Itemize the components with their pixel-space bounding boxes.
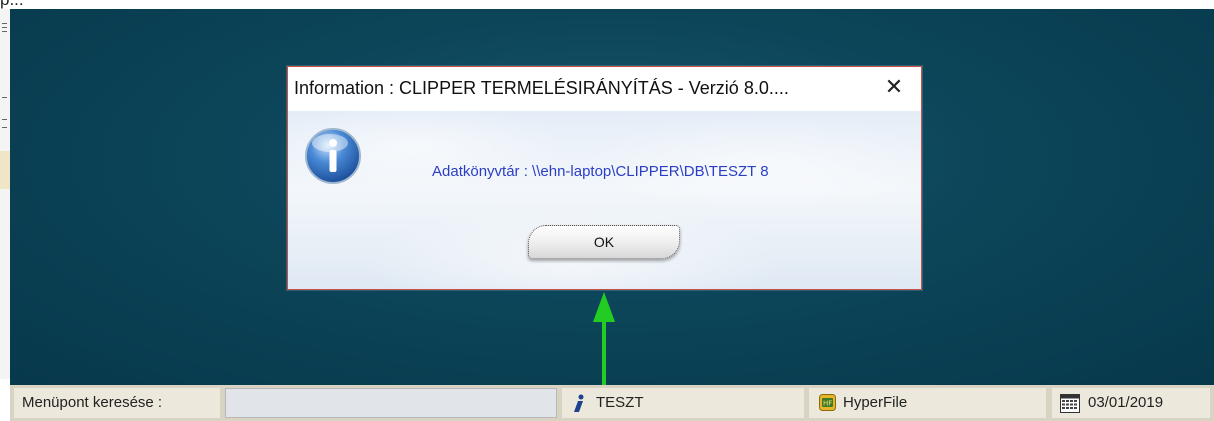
engine-status: HF HyperFile	[809, 388, 1046, 418]
edge-mark	[2, 27, 7, 28]
calendar-icon	[1060, 394, 1080, 413]
hyperfile-icon: HF	[819, 394, 836, 411]
dialog-titlebar[interactable]: Information : CLIPPER TERMELÉSIRÁNYÍTÁS …	[288, 67, 921, 111]
edge-mark	[2, 119, 7, 120]
database-name: TESZT	[596, 394, 644, 411]
info-italic-icon	[574, 394, 584, 412]
close-icon[interactable]: ✕	[879, 73, 909, 103]
dialog-message: Adatkönyvtár : \\ehn-laptop\CLIPPER\DB\T…	[432, 163, 769, 180]
ok-button[interactable]: OK	[528, 225, 680, 259]
information-dialog: Information : CLIPPER TERMELÉSIRÁNYÍTÁS …	[287, 66, 922, 290]
database-status: TESZT	[562, 388, 804, 418]
info-icon	[305, 128, 361, 184]
svg-text:HF: HF	[823, 400, 832, 408]
dialog-title: Information : CLIPPER TERMELÉSIRÁNYÍTÁS …	[294, 78, 789, 98]
menu-search-label: Menüpont keresése :	[14, 388, 220, 418]
edge-mark	[2, 23, 7, 24]
status-bar: Menüpont keresése : TESZT HF HyperFile 0…	[10, 385, 1214, 421]
edge-highlight	[0, 151, 10, 189]
green-arrow-annotation	[593, 292, 615, 390]
date-value: 03/01/2019	[1088, 394, 1164, 411]
top-cropped-text: p...	[0, 0, 24, 9]
left-window-edge	[0, 9, 10, 379]
date-status: 03/01/2019	[1052, 388, 1210, 418]
menu-search-input[interactable]	[225, 388, 557, 418]
edge-mark	[2, 97, 7, 98]
edge-mark	[2, 127, 7, 128]
edge-mark	[2, 31, 7, 32]
dialog-background	[288, 111, 921, 289]
engine-name: HyperFile	[843, 394, 908, 411]
